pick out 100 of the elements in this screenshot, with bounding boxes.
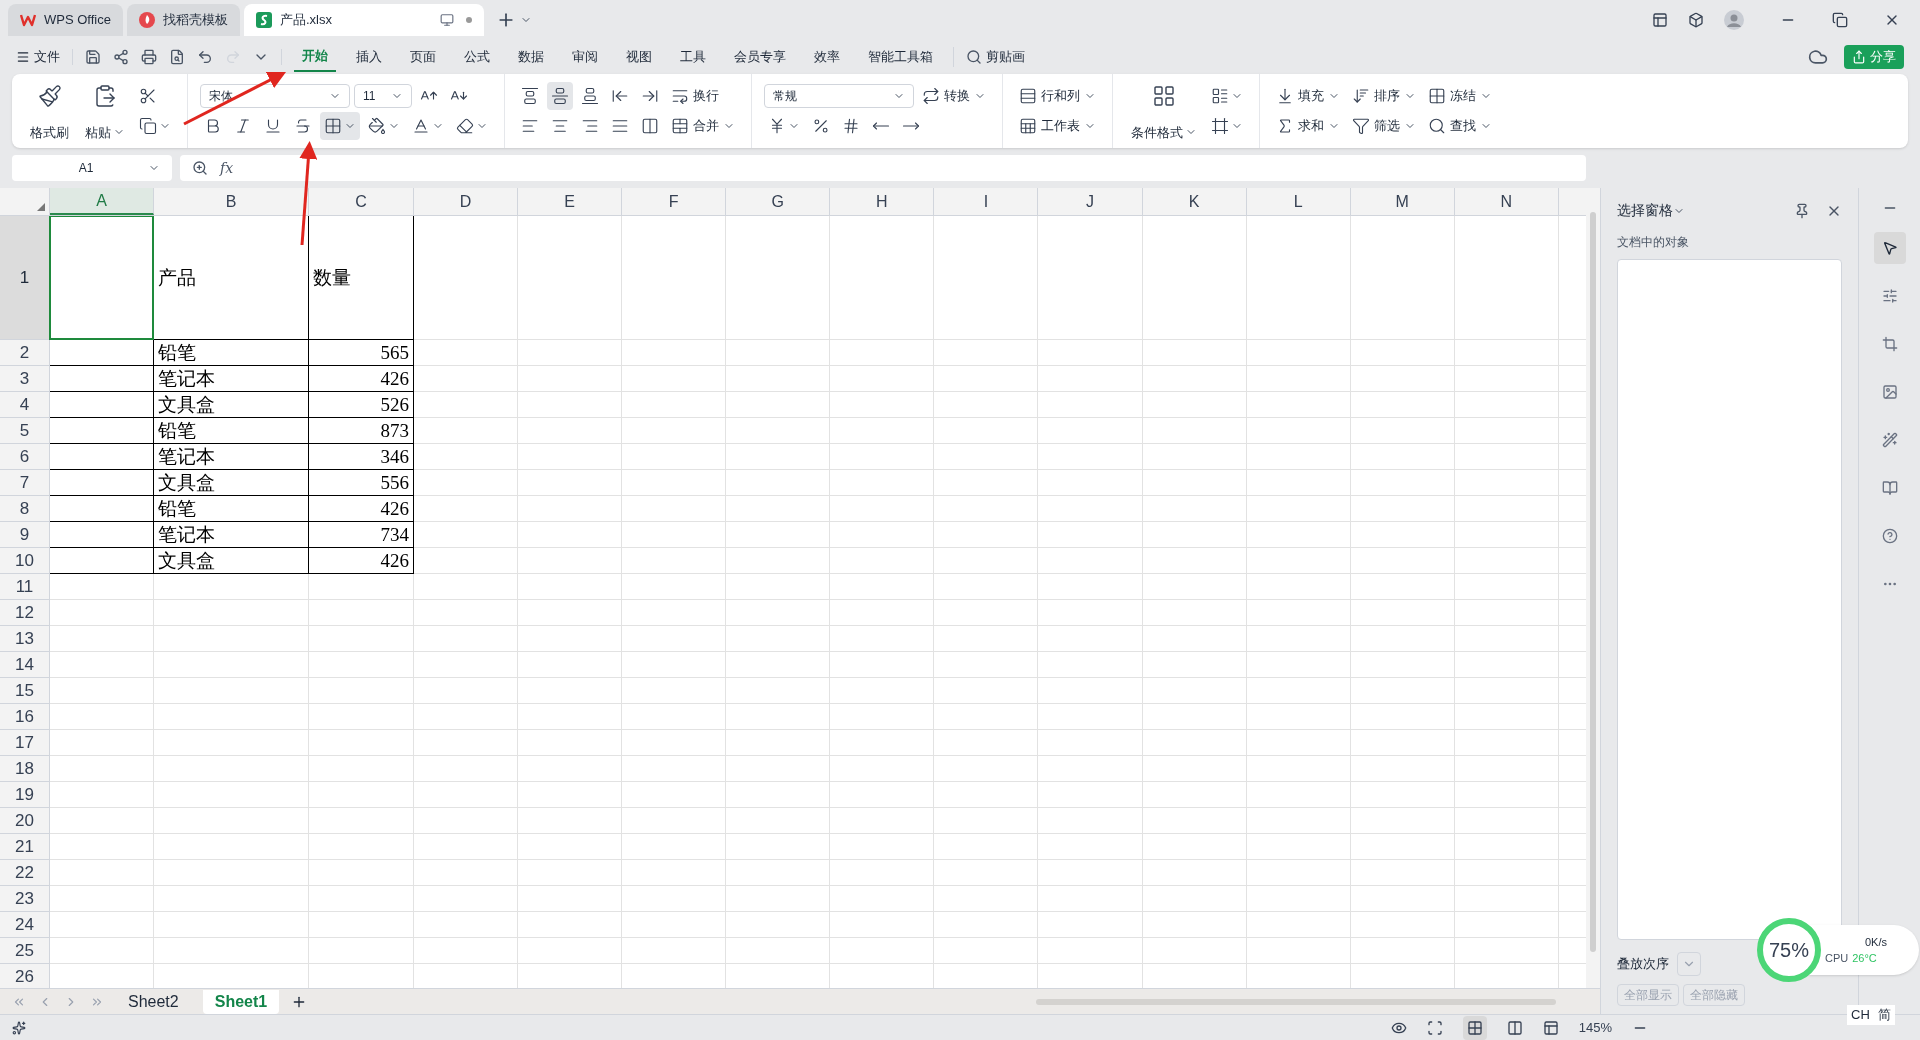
normal-view-button[interactable] <box>1462 1015 1487 1040</box>
zoom-level[interactable]: 145% <box>1578 1017 1612 1038</box>
ribbon-button[interactable]: 转换 <box>918 82 990 110</box>
sheet-tab[interactable]: Sheet2 <box>116 989 191 1014</box>
name-box[interactable]: A1 <box>12 155 172 181</box>
zoom-icon[interactable] <box>192 160 208 176</box>
row-header[interactable]: 23 <box>0 886 50 911</box>
ribbon-button[interactable]: 工作表 <box>1015 112 1100 140</box>
row-header[interactable]: 21 <box>0 834 50 859</box>
cloud-icon[interactable] <box>1808 47 1828 67</box>
window-tab[interactable]: 产品.xlsx <box>243 4 484 36</box>
dropdown-field[interactable]: 常规 <box>764 84 914 108</box>
dropdown-field[interactable]: 宋体 <box>200 84 350 108</box>
ribbon-button[interactable]: 行和列 <box>1015 82 1100 110</box>
restore-icon[interactable] <box>1832 12 1848 28</box>
dropdown-field[interactable]: 11 <box>354 84 412 108</box>
row-header[interactable]: 14 <box>0 652 50 677</box>
row-header[interactable]: 3 <box>0 366 50 391</box>
ribbon-button[interactable]: 填充 <box>1272 82 1344 110</box>
formula-field[interactable]: fx <box>180 155 1586 181</box>
cube-icon[interactable] <box>1688 12 1704 28</box>
row-header[interactable]: 12 <box>0 600 50 625</box>
row-header[interactable]: 2 <box>0 340 50 365</box>
row-header[interactable]: 6 <box>0 444 50 469</box>
focus-icon[interactable] <box>1426 1019 1443 1036</box>
ribbon-button[interactable]: 查找 <box>1424 112 1496 140</box>
select-all-icon[interactable] <box>37 203 45 211</box>
ribbon-tab[interactable]: 数据 <box>510 42 552 72</box>
row-header[interactable]: 22 <box>0 860 50 885</box>
macro-icon[interactable] <box>12 1020 26 1035</box>
row-header[interactable]: 25 <box>0 938 50 963</box>
ribbon-button[interactable]: 格式刷 <box>24 80 75 142</box>
column-header[interactable]: A <box>50 188 154 215</box>
ribbon-button[interactable]: 合并 <box>667 112 739 140</box>
row-header[interactable]: 9 <box>0 522 50 547</box>
row-header[interactable]: 26 <box>0 964 50 988</box>
ribbon-button[interactable]: 条件格式 <box>1125 80 1203 142</box>
layout-icon[interactable] <box>1652 12 1668 28</box>
column-header[interactable]: C <box>309 188 414 215</box>
ribbon-tab[interactable]: 页面 <box>402 42 444 72</box>
ribbon-button[interactable]: 排序 <box>1348 82 1420 110</box>
ribbon-tab[interactable]: 效率 <box>806 42 848 72</box>
undo-icon[interactable] <box>197 49 213 65</box>
column-header[interactable]: D <box>414 188 519 215</box>
ribbon-button[interactable]: 筛选 <box>1348 112 1420 140</box>
column-header[interactable]: E <box>518 188 623 215</box>
page-view-icon[interactable] <box>1542 1019 1559 1036</box>
column-header[interactable]: M <box>1350 188 1455 215</box>
window-tab[interactable]: WPS Office <box>8 4 123 36</box>
column-header[interactable]: J <box>1038 188 1143 215</box>
row-header[interactable]: 11 <box>0 574 50 599</box>
ribbon-tab[interactable]: 插入 <box>348 42 390 72</box>
selected-cell[interactable] <box>49 216 154 340</box>
pin-icon[interactable] <box>1794 202 1810 219</box>
column-header[interactable]: L <box>1246 188 1351 215</box>
search-text[interactable]: 剪贴画 <box>986 47 1025 67</box>
row-header[interactable]: 18 <box>0 756 50 781</box>
ribbon-tab[interactable]: 智能工具箱 <box>860 42 941 72</box>
ribbon-tab[interactable]: 工具 <box>672 42 714 72</box>
row-header[interactable]: 4 <box>0 392 50 417</box>
column-header[interactable]: G <box>726 188 831 215</box>
row-header[interactable]: 24 <box>0 912 50 937</box>
row-header[interactable]: 17 <box>0 730 50 755</box>
row-header[interactable]: 5 <box>0 418 50 443</box>
ribbon-tab[interactable]: 审阅 <box>564 42 606 72</box>
column-header[interactable]: F <box>622 188 727 215</box>
column-header[interactable]: K <box>1142 188 1247 215</box>
ime-indicator[interactable]: CH 简 <box>1847 1005 1895 1025</box>
column-header[interactable]: N <box>1454 188 1559 215</box>
row-header[interactable]: 1 <box>0 216 50 339</box>
print-icon[interactable] <box>141 49 157 65</box>
share-link-icon[interactable] <box>113 49 129 65</box>
ribbon-tab[interactable]: 会员专享 <box>726 42 794 72</box>
print-preview-icon[interactable] <box>169 49 185 65</box>
rail-button[interactable] <box>1873 232 1906 264</box>
column-header[interactable]: I <box>934 188 1039 215</box>
icon-button[interactable] <box>320 112 360 140</box>
row-header[interactable]: 7 <box>0 470 50 495</box>
ribbon-button[interactable]: 粘贴 <box>79 80 131 142</box>
icon-button[interactable] <box>547 82 573 110</box>
ribbon-button[interactable]: 冻结 <box>1424 82 1496 110</box>
row-header[interactable]: 16 <box>0 704 50 729</box>
file-menu[interactable]: 文件 <box>16 47 60 67</box>
split-view-icon[interactable] <box>1506 1019 1523 1036</box>
save-icon[interactable] <box>85 49 101 65</box>
panel-title[interactable]: 选择窗格 <box>1617 200 1673 221</box>
row-header[interactable]: 13 <box>0 626 50 651</box>
row-header[interactable]: 20 <box>0 808 50 833</box>
row-header[interactable]: 10 <box>0 548 50 573</box>
column-header[interactable]: H <box>830 188 935 215</box>
function-label[interactable]: fx <box>220 157 234 179</box>
sheet-tab[interactable]: Sheet1 <box>202 989 280 1014</box>
avatar-icon[interactable] <box>1724 10 1744 30</box>
ribbon-tab[interactable]: 视图 <box>618 42 660 72</box>
row-header[interactable]: 15 <box>0 678 50 703</box>
row-header[interactable]: 8 <box>0 496 50 521</box>
ribbon-tab[interactable]: 开始 <box>294 42 336 72</box>
vertical-scrollbar[interactable] <box>1586 188 1600 988</box>
ribbon-tab[interactable]: 公式 <box>456 42 498 72</box>
window-tab[interactable]: 找稻壳模板 <box>126 4 240 36</box>
